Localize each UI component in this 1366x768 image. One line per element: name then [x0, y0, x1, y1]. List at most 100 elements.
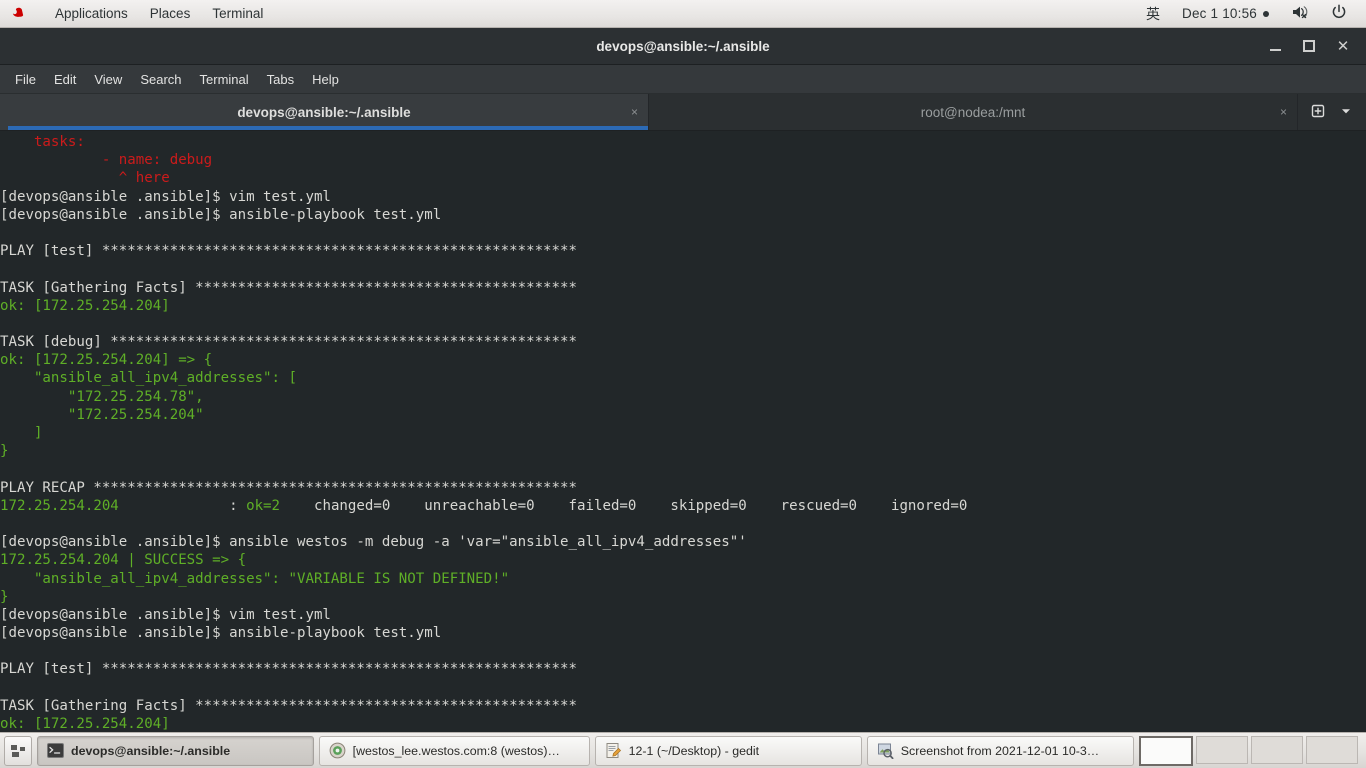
- terminal-tab-devops-label: devops@ansible:~/.ansible: [237, 104, 411, 120]
- terminal-tab-devops[interactable]: devops@ansible:~/.ansible ×: [0, 94, 649, 130]
- terminal-line: ]: [0, 425, 43, 441]
- power-icon: [1331, 4, 1347, 23]
- menu-places[interactable]: Places: [139, 0, 202, 27]
- terminal-line: [devops@ansible .ansible]$ vim test.yml: [0, 188, 331, 205]
- terminal-line: - name: debug: [0, 152, 213, 169]
- menu-file[interactable]: File: [6, 68, 45, 90]
- menu-applications[interactable]: Applications: [44, 0, 139, 27]
- clock[interactable]: Dec 1 10:56: [1171, 0, 1280, 27]
- terminal-line: tasks:: [0, 134, 85, 150]
- recap-ok-count: ok=2: [246, 497, 281, 514]
- terminal-tab-nodea-close-icon[interactable]: ×: [1280, 105, 1287, 119]
- top-panel-left: Applications Places Terminal: [0, 0, 274, 27]
- window-controls: ✕: [1258, 28, 1360, 64]
- redhat-logo-item[interactable]: [0, 0, 44, 27]
- menu-view[interactable]: View: [85, 68, 131, 90]
- close-button[interactable]: ✕: [1326, 28, 1360, 64]
- recap-host: 172.25.254.204: [0, 497, 119, 514]
- menu-applications-label: Applications: [55, 6, 128, 21]
- terminal-line: }: [0, 588, 9, 605]
- recap-separator: :: [118, 497, 247, 514]
- terminal-line: "172.25.254.204": [0, 406, 204, 423]
- show-desktop-icon: [11, 744, 25, 757]
- volume-muted-icon: [1291, 4, 1309, 23]
- terminal-line: PLAY RECAP *****************************…: [0, 479, 577, 496]
- menu-bar: File Edit View Search Terminal Tabs Help: [0, 65, 1366, 94]
- terminal-line: "ansible_all_ipv4_addresses": [: [0, 370, 297, 387]
- menu-file-label: File: [15, 71, 36, 87]
- tab-bar: devops@ansible:~/.ansible × root@nodea:/…: [0, 94, 1366, 131]
- chevron-down-icon: [1340, 104, 1352, 120]
- terminal-line: [devops@ansible .ansible]$ ansible-playb…: [0, 625, 442, 642]
- workspace-1[interactable]: [1139, 735, 1193, 766]
- minimize-button[interactable]: [1258, 28, 1292, 64]
- menu-edit-label: Edit: [53, 71, 77, 87]
- image-viewer-icon: [877, 742, 894, 760]
- maximize-button[interactable]: [1292, 28, 1326, 64]
- terminal-window: devops@ansible:~/.ansible ✕ File Edit Vi…: [0, 28, 1366, 732]
- workspace-3[interactable]: [1251, 735, 1303, 764]
- menu-terminal[interactable]: Terminal: [191, 68, 258, 90]
- top-panel-right: 英 Dec 1 10:56: [1135, 0, 1366, 27]
- workspace-2[interactable]: [1196, 735, 1248, 764]
- notification-dot-icon: [1263, 10, 1269, 17]
- top-panel: Applications Places Terminal 英 Dec 1 10:…: [0, 0, 1366, 28]
- task-button-gedit[interactable]: 12-1 (~/Desktop) - gedit: [594, 735, 862, 766]
- window-title: devops@ansible:~/.ansible: [596, 38, 770, 54]
- menu-search[interactable]: Search: [131, 68, 190, 90]
- terminal-line: }: [0, 443, 9, 460]
- new-tab-button[interactable]: [1304, 98, 1332, 126]
- terminal-line: TASK [Gathering Facts] *****************…: [0, 697, 577, 714]
- redhat-logo: [11, 6, 33, 22]
- task-button-screenshot-label: Screenshot from 2021-12-01 10-3…: [900, 743, 1100, 758]
- menu-tabs[interactable]: Tabs: [258, 68, 303, 90]
- terminal-line: TASK [debug] ***************************…: [0, 334, 577, 351]
- task-button-screenshot[interactable]: Screenshot from 2021-12-01 10-3…: [866, 735, 1134, 766]
- browser-icon: [329, 742, 346, 759]
- terminal-line: "172.25.254.78",: [0, 388, 204, 405]
- task-button-terminal[interactable]: devops@ansible:~/.ansible: [37, 735, 314, 766]
- terminal-line: [devops@ansible .ansible]$ vim test.yml: [0, 606, 331, 623]
- terminal-tab-nodea[interactable]: root@nodea:/mnt ×: [649, 94, 1298, 130]
- task-button-gedit-label: 12-1 (~/Desktop) - gedit: [628, 743, 760, 758]
- menu-search-label: Search: [140, 71, 182, 87]
- terminal-line: ok: [172.25.254.204] => {: [0, 352, 213, 369]
- terminal-line: "ansible_all_ipv4_addresses": "VARIABLE …: [0, 570, 510, 587]
- taskbar: devops@ansible:~/.ansible [westos_lee.we…: [0, 732, 1366, 768]
- task-button-browser[interactable]: [westos_lee.westos.com:8 (westos)…: [318, 735, 590, 766]
- workspace-4[interactable]: [1306, 735, 1358, 764]
- workspace-switcher: [1139, 735, 1362, 766]
- task-button-terminal-label: devops@ansible:~/.ansible: [71, 743, 231, 758]
- power-menu[interactable]: [1320, 0, 1358, 27]
- volume-indicator[interactable]: [1280, 0, 1320, 27]
- window-title-bar[interactable]: devops@ansible:~/.ansible ✕: [0, 28, 1366, 65]
- terminal-line: PLAY [test] ****************************…: [0, 243, 577, 260]
- menu-terminal-label: Terminal: [212, 6, 264, 21]
- gedit-icon: [605, 742, 622, 759]
- terminal-output[interactable]: tasks: - name: debug ^ here [devops@ansib…: [0, 131, 1366, 732]
- menu-tabs-label: Tabs: [266, 71, 295, 87]
- new-tab-icon: [1310, 103, 1326, 122]
- terminal-line: [devops@ansible .ansible]$ ansible westo…: [0, 534, 747, 551]
- menu-terminal[interactable]: Terminal: [201, 0, 274, 27]
- terminal-line: ok: [172.25.254.204]: [0, 297, 170, 314]
- input-method-label: 英: [1146, 5, 1160, 22]
- menu-edit[interactable]: Edit: [45, 68, 85, 90]
- menu-help[interactable]: Help: [303, 68, 348, 90]
- terminal-tab-nodea-label: root@nodea:/mnt: [920, 104, 1026, 120]
- recap-other-counts: changed=0 unreachable=0 failed=0 skipped…: [280, 497, 968, 514]
- terminal-line: ^ here: [0, 170, 170, 187]
- tab-bar-actions: [1298, 94, 1366, 130]
- terminal-line: ok: [172.25.254.204]: [0, 716, 170, 732]
- show-desktop-button[interactable]: [4, 735, 32, 766]
- menu-view-label: View: [94, 71, 123, 87]
- terminal-tab-devops-close-icon[interactable]: ×: [631, 105, 638, 119]
- input-method-indicator[interactable]: 英: [1135, 0, 1171, 27]
- tab-menu-button[interactable]: [1332, 98, 1360, 126]
